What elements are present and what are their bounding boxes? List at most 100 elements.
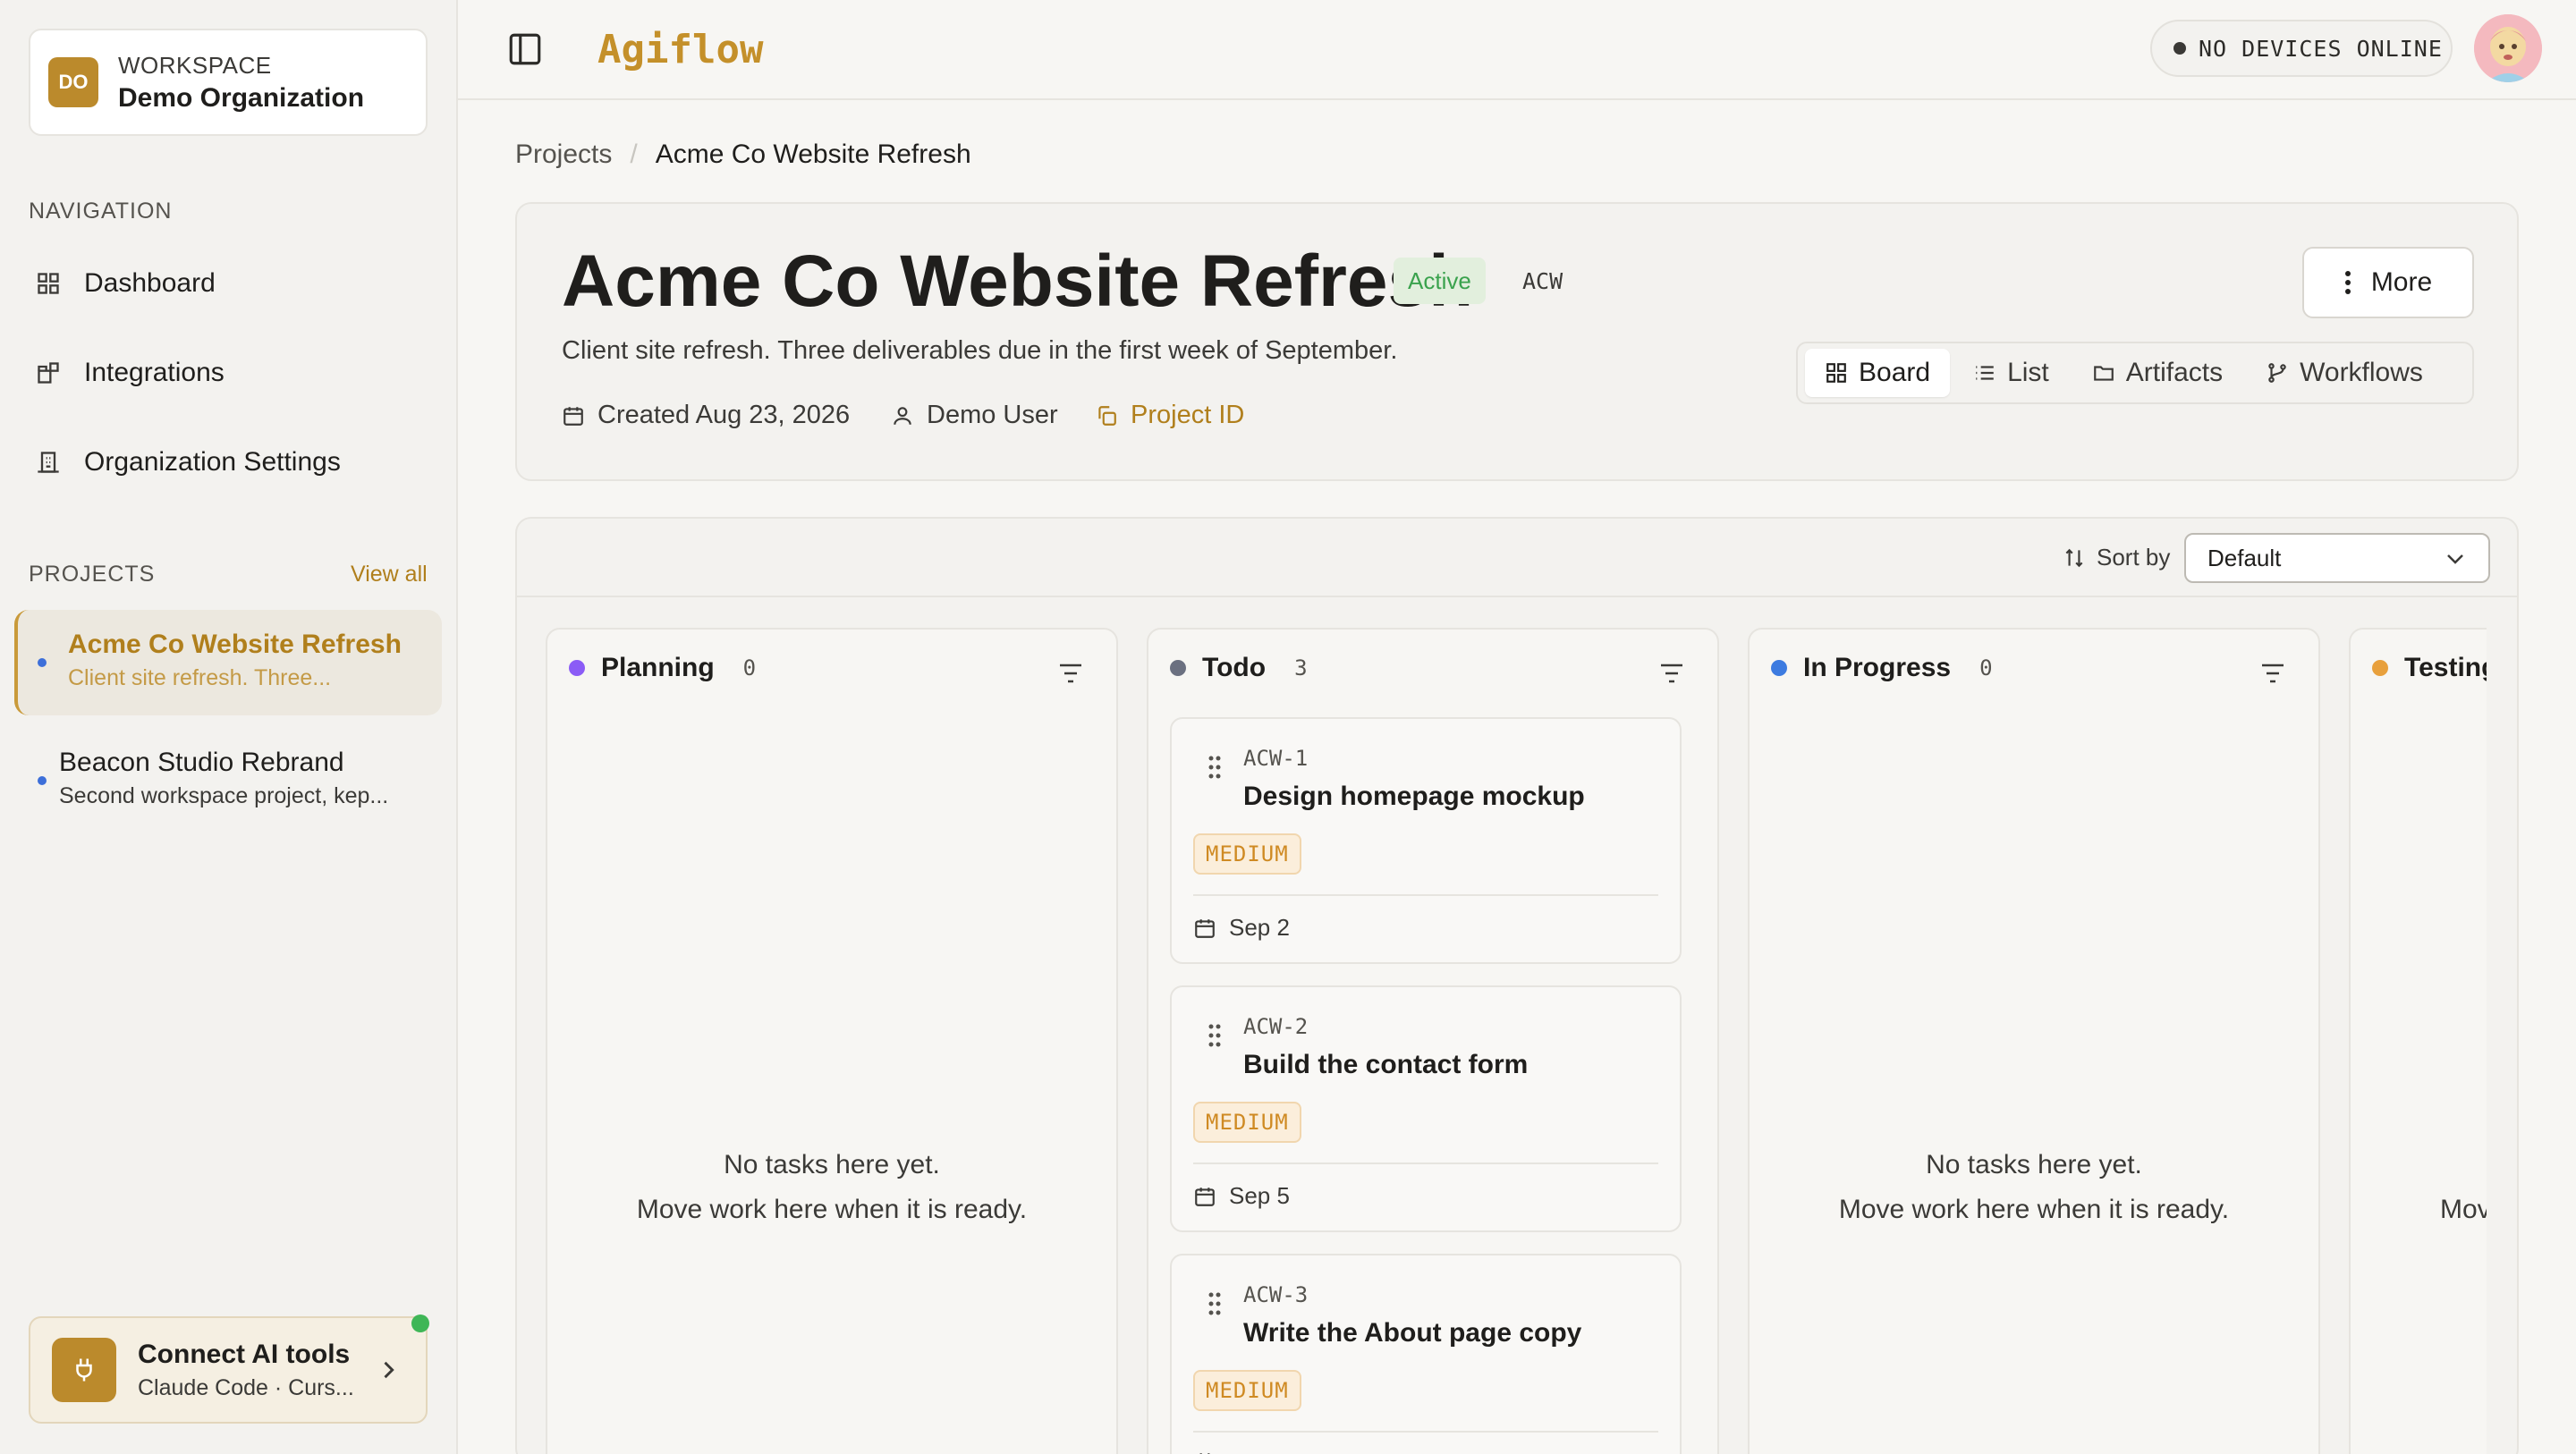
board-columns: Planning 0 No tasks here yet. Move work …	[546, 628, 2487, 1454]
sidebar-toggle-icon[interactable]	[506, 30, 544, 68]
nav-item-label: Organization Settings	[84, 447, 341, 477]
drag-handle-icon[interactable]	[1208, 1023, 1222, 1048]
tab-label: Workflows	[2300, 358, 2423, 387]
user-avatar[interactable]	[2474, 14, 2542, 82]
drag-handle-icon[interactable]	[1208, 755, 1222, 780]
board-toolbar: Sort by Default	[517, 519, 2517, 597]
devices-status-label: NO DEVICES ONLINE	[2199, 35, 2443, 62]
more-label: More	[2370, 267, 2433, 297]
drag-handle-icon[interactable]	[1208, 1291, 1222, 1316]
tab-list[interactable]: List	[1953, 349, 2069, 397]
status-dot	[2174, 42, 2186, 55]
more-button[interactable]: More	[2302, 247, 2474, 318]
task-key: ACW-2	[1243, 1014, 1309, 1039]
task-card[interactable]: ACW-1 Design homepage mockup MEDIUM Sep …	[1170, 717, 1682, 964]
task-due-date: Sep 2	[1193, 914, 1290, 942]
column-header: Planning 0	[569, 653, 756, 683]
sidebar-project-beacon[interactable]: Beacon Studio Rebrand Second workspace p…	[14, 728, 442, 833]
owner-label: Demo User	[927, 401, 1058, 429]
view-tabs: Board List Artifacts Workflows	[1796, 342, 2474, 404]
project-subtitle: Second workspace project, kep...	[59, 783, 389, 808]
connect-subtitle: Claude Code · Curs...	[138, 1374, 354, 1400]
column-in-progress: In Progress 0 No tasks here yet. Move wo…	[1748, 628, 2320, 1454]
project-key: ACW	[1522, 268, 1563, 294]
empty-hint: Move work here when it is ready.	[1838, 1195, 2230, 1224]
task-due-date	[1193, 1450, 1229, 1454]
column-status-dot	[1771, 660, 1787, 676]
filter-icon[interactable]	[1057, 662, 1084, 685]
nav-item-dashboard[interactable]: Dashboard	[29, 252, 428, 315]
empty-title: No tasks here yet.	[1926, 1150, 2142, 1179]
workspace-switcher[interactable]: DO WORKSPACE Demo Organization	[29, 29, 428, 136]
devices-status[interactable]: NO DEVICES ONLINE	[2150, 20, 2453, 77]
sort-select[interactable]: Default	[2184, 533, 2490, 583]
list-icon	[1976, 366, 1994, 380]
chevron-down-icon	[2447, 554, 2463, 564]
column-title: In Progress	[1803, 653, 1952, 682]
top-header: Agiflow NO DEVICES ONLINE	[458, 0, 2576, 100]
priority-badge: MEDIUM	[1193, 833, 1301, 875]
project-header: Acme Co Website Refresh Active ACW More …	[515, 202, 2519, 481]
calendar-icon	[1195, 1187, 1215, 1206]
project-subtitle: Client site refresh. Three...	[68, 665, 332, 690]
priority-badge: MEDIUM	[1193, 1370, 1301, 1411]
column-testing: Testing Mov	[2349, 628, 2487, 1454]
sort-value: Default	[2207, 544, 2282, 571]
workspace-label: WORKSPACE	[118, 51, 272, 79]
task-card[interactable]: ACW-2 Build the contact form MEDIUM Sep …	[1170, 985, 1682, 1232]
project-description: Client site refresh. Three deliverables …	[562, 336, 1398, 365]
divider	[1193, 894, 1658, 896]
app-logo[interactable]: Agiflow	[597, 27, 763, 72]
task-card[interactable]: ACW-3 Write the About page copy MEDIUM	[1170, 1254, 1682, 1454]
created-date: Created Aug 23, 2026	[562, 401, 850, 430]
column-title: Todo	[1202, 653, 1267, 682]
view-all-link[interactable]: View all	[351, 562, 428, 588]
due-label: Sep 5	[1229, 1182, 1290, 1209]
column-count: 3	[1294, 655, 1308, 681]
puzzle-icon	[38, 362, 59, 384]
project-dot	[38, 776, 47, 785]
task-key: ACW-1	[1243, 746, 1309, 771]
breadcrumb: Projects / Acme Co Website Refresh	[515, 139, 971, 170]
nav-item-integrations[interactable]: Integrations	[29, 342, 428, 404]
task-title: Build the contact form	[1243, 1050, 1529, 1079]
column-todo: Todo 3 ACW-1 Design homepage mockup MEDI…	[1147, 628, 1719, 1454]
nav-item-label: Dashboard	[84, 268, 216, 298]
project-id-label: Project ID	[1131, 401, 1245, 429]
divider	[1193, 1162, 1658, 1164]
filter-icon[interactable]	[1658, 662, 1685, 685]
grid-icon	[38, 273, 59, 294]
column-count: 0	[1979, 655, 1993, 681]
sidebar-project-acme[interactable]: Acme Co Website Refresh Client site refr…	[14, 610, 442, 715]
tab-label: Board	[1859, 358, 1931, 387]
column-status-dot	[2372, 660, 2388, 676]
project-owner: Demo User	[891, 401, 1058, 430]
building-icon	[38, 452, 59, 473]
workspace-avatar: DO	[48, 57, 98, 107]
project-dot	[38, 658, 47, 667]
more-vertical-icon	[2344, 271, 2351, 294]
tab-workflows[interactable]: Workflows	[2246, 349, 2443, 397]
page-title: Acme Co Website Refresh	[562, 241, 1474, 322]
task-key: ACW-3	[1243, 1282, 1309, 1307]
column-planning: Planning 0 No tasks here yet. Move work …	[546, 628, 1118, 1454]
plug-icon	[52, 1338, 116, 1402]
divider	[1193, 1431, 1658, 1433]
column-status-dot	[1170, 660, 1186, 676]
copy-project-id-button[interactable]: Project ID	[1095, 401, 1244, 430]
tab-label: Artifacts	[2125, 358, 2224, 387]
status-badge: Active	[1394, 258, 1486, 304]
empty-hint: Mov	[2440, 1195, 2487, 1224]
column-header: Todo 3	[1170, 653, 1308, 683]
column-count: 0	[742, 655, 757, 681]
nav-item-organization-settings[interactable]: Organization Settings	[29, 431, 428, 494]
empty-state: Mov	[2351, 1143, 2487, 1232]
task-title: Design homepage mockup	[1243, 782, 1585, 811]
filter-icon[interactable]	[2259, 662, 2286, 685]
copy-icon	[1098, 405, 1116, 426]
navigation-heading: NAVIGATION	[29, 199, 173, 224]
tab-artifacts[interactable]: Artifacts	[2072, 349, 2242, 397]
tab-board[interactable]: Board	[1805, 349, 1951, 397]
connect-ai-tools-card[interactable]: Connect AI tools Claude Code · Curs...	[29, 1315, 429, 1424]
breadcrumb-projects[interactable]: Projects	[515, 139, 612, 170]
